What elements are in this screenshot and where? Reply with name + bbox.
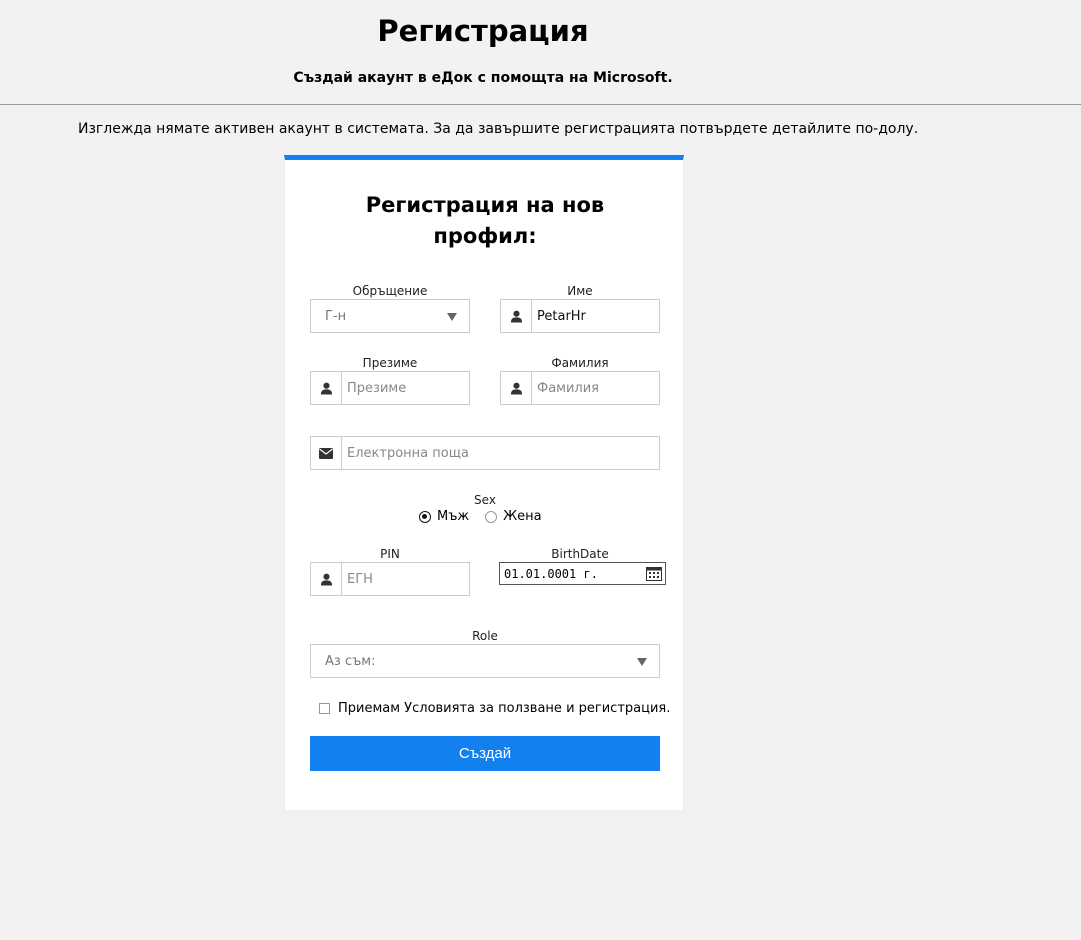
middle-name-input[interactable]: Презиме [342,372,469,404]
role-label: Role [472,629,498,643]
chevron-down-icon [447,313,457,321]
email-input[interactable]: Електронна поща [342,437,659,469]
chevron-down-icon [637,658,647,666]
middle-name-field[interactable]: Презиме [310,371,470,405]
sex-label: Sex [474,493,496,507]
last-name-input[interactable]: Фамилия [532,372,659,404]
terms-label[interactable]: Приемам Условията за ползване и регистра… [338,701,670,716]
page-subtitle: Създай акаунт в eДок с помощта на Micros… [293,70,673,86]
birthdate-input[interactable]: 01.01.0001 г. [499,562,666,585]
birthdate-value: 01.01.0001 г. [504,566,598,581]
info-message: Изглежда нямате активен акаунт в система… [78,121,919,137]
role-value: Аз съм: [325,653,376,669]
pin-input[interactable]: ЕГН [342,563,469,595]
pin-label: PIN [380,547,400,561]
middle-name-label: Презиме [362,356,418,370]
pin-field[interactable]: ЕГН [310,562,470,596]
user-icon [311,563,342,595]
user-icon [311,372,342,404]
first-name-input[interactable]: PetarHr [532,300,659,332]
form-title-line1: Регистрация на нов [365,193,605,217]
sex-male-radio[interactable] [419,510,431,523]
role-select[interactable]: Аз съм: [310,644,660,678]
salutation-value: Г-н [325,308,347,324]
envelope-icon [311,437,342,469]
salutation-label: Обръщение [352,284,428,298]
first-name-label: Име [567,284,593,298]
last-name-label: Фамилия [551,356,609,370]
sex-female-radio[interactable] [485,510,498,523]
registration-card: Регистрация на нов профил: Обръщение Г-н… [284,155,684,811]
sex-female-label[interactable]: Жена [503,509,541,524]
sex-radio-group: Мъж Жена [419,509,542,524]
create-button[interactable]: Създай [310,736,660,771]
page-title: Регистрация [377,14,589,48]
email-field[interactable]: Електронна поща [310,436,660,470]
birthdate-label: BirthDate [551,547,609,561]
form-title: Регистрация на нов профил: [345,190,625,252]
user-icon [501,300,532,332]
terms-row: Приемам Условията за ползване и регистра… [319,701,670,716]
last-name-field[interactable]: Фамилия [500,371,660,405]
user-icon [501,372,532,404]
salutation-select[interactable]: Г-н [310,299,470,333]
calendar-icon[interactable] [646,566,662,584]
header-divider [0,104,1081,105]
first-name-field[interactable]: PetarHr [500,299,660,333]
sex-male-label[interactable]: Мъж [437,509,469,524]
terms-checkbox[interactable] [319,703,330,714]
form-title-line2: профил: [433,224,537,248]
